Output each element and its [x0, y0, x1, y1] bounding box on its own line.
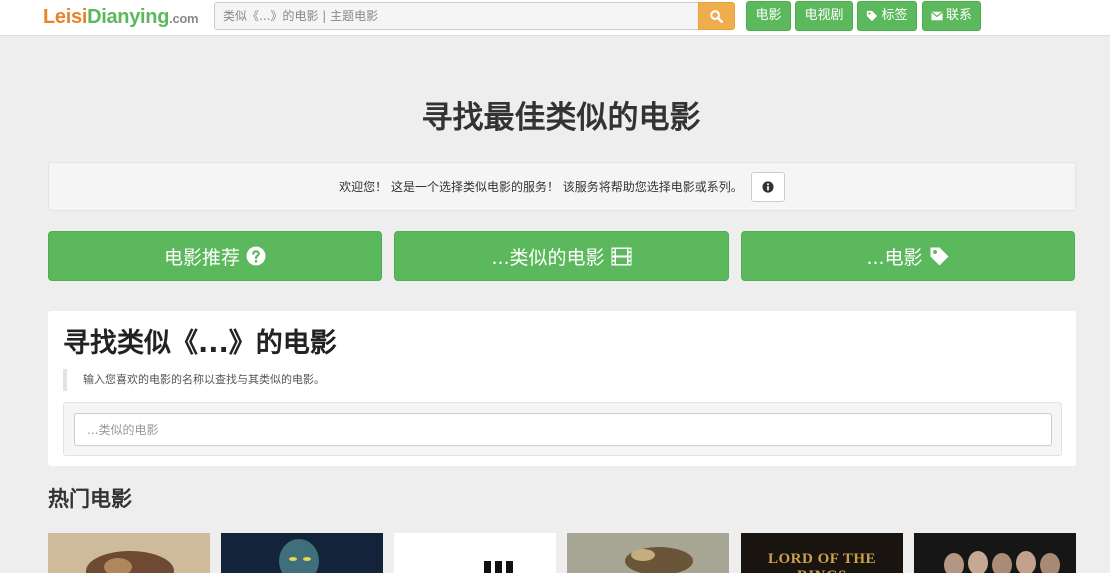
poster-4[interactable] — [567, 533, 729, 573]
nav-movies-button[interactable]: 电影 — [746, 1, 791, 31]
finder-title: 寻找类似《...》的电影 — [63, 328, 337, 359]
search-icon — [710, 9, 723, 23]
poster-5[interactable]: LORD OF THE RINGS — [741, 533, 903, 573]
top-navbar: LeisiDianying.com 电影 电视剧 标签 联系 — [0, 0, 1110, 36]
similar-movies-button[interactable]: ...类似的电影 — [394, 231, 729, 281]
recommend-button[interactable]: 电影推荐 — [48, 231, 382, 281]
welcome-text: 欢迎您！ 这是一个选择类似电影的服务！ 该服务将帮助您选择电影或系列。 — [339, 180, 743, 194]
poster-3[interactable] — [394, 533, 556, 573]
poster-1-art — [48, 533, 210, 573]
nav-tv-button[interactable]: 电视剧 — [795, 1, 853, 31]
nav-tv-label: 电视剧 — [804, 8, 844, 23]
popular-title: 热门电影 — [48, 487, 132, 511]
nav-contact-button[interactable]: 联系 — [922, 1, 981, 31]
tag-icon — [867, 10, 878, 22]
film-icon — [611, 247, 632, 265]
nav-tags-label: 标签 — [881, 8, 908, 23]
logo-part-3: .com — [169, 11, 199, 26]
poster-3-art — [394, 533, 556, 573]
site-logo[interactable]: LeisiDianying.com — [43, 5, 199, 29]
tagged-movies-button[interactable]: ...电影 — [741, 231, 1075, 281]
envelope-icon — [931, 11, 943, 21]
poster-6[interactable] — [914, 533, 1076, 573]
finder-hint: 输入您喜欢的电影的名称以查找与其类似的电影。 — [63, 369, 325, 391]
nav-movies-label: 电影 — [755, 8, 782, 23]
info-button[interactable] — [750, 171, 785, 202]
header-search-input[interactable] — [214, 2, 699, 30]
poster-2[interactable] — [221, 533, 383, 573]
nav-tags-button[interactable]: 标签 — [857, 1, 917, 31]
finder-input[interactable] — [74, 413, 1052, 446]
header-search — [214, 2, 735, 30]
poster-1[interactable] — [48, 533, 210, 573]
info-circle-icon — [762, 180, 774, 193]
poster-6-art — [914, 533, 1076, 573]
recommend-label: 电影推荐 — [163, 246, 240, 269]
nav-contact-label: 联系 — [945, 8, 972, 23]
tag-icon — [930, 247, 949, 265]
finder-well — [63, 402, 1062, 456]
poster-5-title: LORD OF THE RINGS — [767, 551, 877, 573]
similar-movies-label: ...类似的电影 — [491, 246, 605, 269]
poster-2-art — [221, 533, 383, 573]
question-circle-icon — [246, 246, 266, 266]
logo-part-2: Dianying — [87, 6, 170, 28]
page-title: 寻找最佳类似的电影 — [421, 100, 701, 136]
finder-panel: 寻找类似《...》的电影 输入您喜欢的电影的名称以查找与其类似的电影。 — [48, 311, 1076, 466]
header-search-button[interactable] — [698, 2, 735, 30]
poster-4-art — [567, 533, 729, 573]
logo-part-1: Leisi — [43, 6, 88, 28]
tagged-movies-label: ...电影 — [866, 246, 923, 269]
welcome-banner: 欢迎您！ 这是一个选择类似电影的服务！ 该服务将帮助您选择电影或系列。 — [48, 162, 1076, 211]
